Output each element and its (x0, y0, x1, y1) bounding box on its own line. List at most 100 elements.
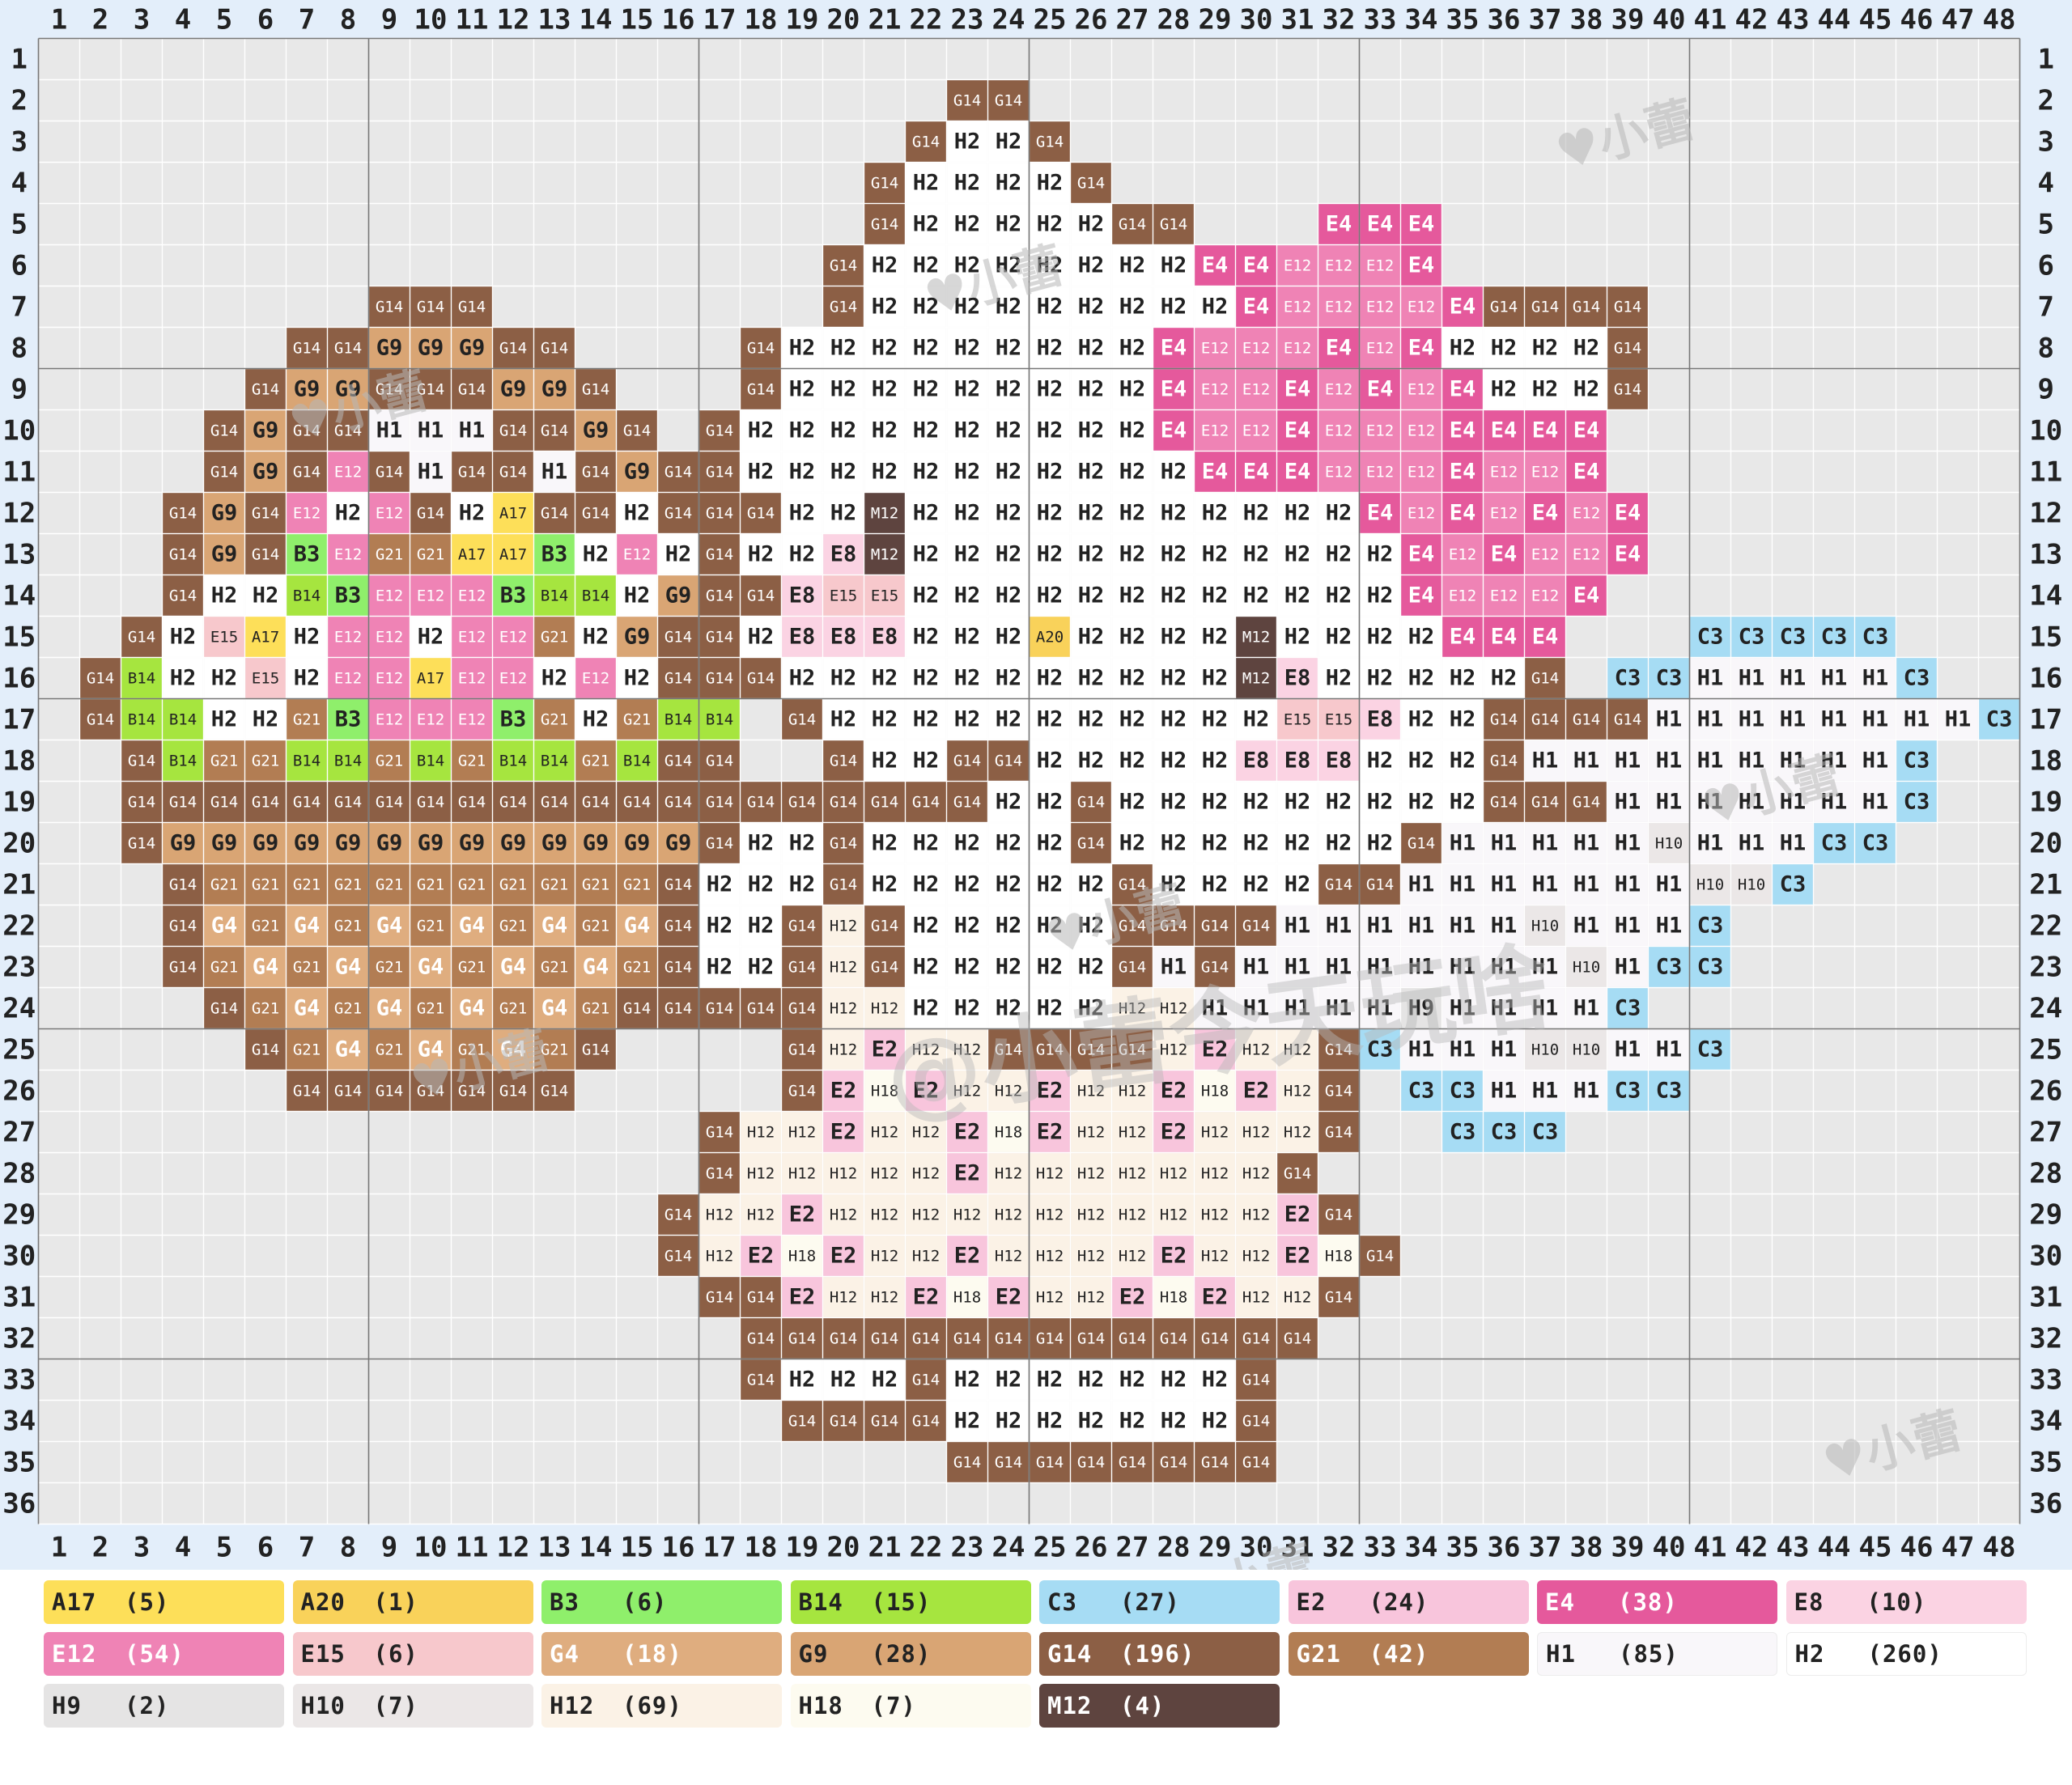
svg-text:G14: G14 (912, 134, 940, 151)
column-number-top: 3 (134, 3, 150, 36)
svg-text:G4: G4 (459, 914, 486, 939)
bead-cell: H2 (1195, 782, 1235, 822)
bead-cell: G9 (410, 823, 451, 863)
bead-cell: M12 (1236, 617, 1276, 657)
row-number-left: 21 (2, 869, 36, 901)
bead-cell: H2 (1030, 988, 1070, 1028)
bead-cell: H2 (1318, 575, 1359, 616)
bead-cell: E12 (1401, 452, 1441, 492)
svg-text:G14: G14 (499, 464, 527, 481)
svg-text:H18: H18 (788, 1248, 816, 1266)
column-number-bottom: 1 (51, 1531, 67, 1563)
svg-text:G14: G14 (252, 546, 279, 564)
svg-text:H1: H1 (1532, 872, 1559, 897)
bead-cell: C3 (1896, 782, 1937, 822)
bead-cell: H2 (1030, 369, 1070, 409)
svg-text:G21: G21 (582, 918, 609, 935)
bead-cell: G9 (245, 823, 286, 863)
svg-text:G14: G14 (706, 629, 733, 647)
bead-cell: G21 (575, 905, 616, 946)
bead-cell: H2 (1360, 658, 1400, 698)
bead-cell: H12 (823, 1029, 864, 1070)
bead-cell: H12 (1153, 988, 1194, 1028)
bead-cell: H1 (1318, 988, 1359, 1028)
svg-text:H2: H2 (1119, 1409, 1146, 1434)
bead-cell: H1 (1855, 740, 1896, 781)
bead-cell: H1 (1566, 864, 1607, 905)
svg-text:C3: C3 (1367, 1037, 1394, 1062)
svg-text:G9: G9 (335, 831, 362, 856)
svg-text:H2: H2 (913, 666, 940, 691)
svg-text:H1: H1 (1491, 872, 1518, 897)
bead-cell: H2 (1153, 658, 1194, 698)
svg-text:H12: H12 (995, 1206, 1022, 1224)
bead-cell: G21 (410, 534, 451, 575)
svg-text:G14: G14 (210, 1000, 238, 1018)
svg-text:H12: H12 (1077, 1248, 1105, 1266)
svg-text:E4: E4 (1243, 253, 1270, 278)
bead-cell: E12 (1566, 534, 1607, 575)
bead-cell: H2 (1112, 575, 1153, 616)
bead-cell: H12 (699, 1194, 740, 1235)
legend-item: H2 (260) (1785, 1632, 2027, 1676)
bead-cell: E15 (1277, 699, 1318, 740)
bead-cell: G14 (1112, 1318, 1153, 1359)
column-number-top: 34 (1405, 3, 1438, 36)
bead-cell: G14 (1318, 1071, 1359, 1111)
bead-cell: G21 (452, 740, 492, 781)
svg-text:H2: H2 (913, 914, 940, 939)
svg-text:G14: G14 (664, 794, 692, 812)
bead-cell: H10 (1525, 905, 1565, 946)
bead-cell: H12 (947, 1071, 987, 1111)
bead-cell: E2 (1277, 1236, 1318, 1276)
svg-text:B14: B14 (417, 753, 444, 770)
svg-text:B14: B14 (664, 711, 692, 729)
svg-text:G14: G14 (664, 1000, 692, 1018)
bead-cell: G9 (534, 369, 575, 409)
bead-cell: C3 (1773, 617, 1813, 657)
row-number-right: 26 (2029, 1075, 2062, 1108)
svg-text:H1: H1 (1821, 707, 1848, 732)
svg-text:H2: H2 (913, 707, 940, 732)
column-number-bottom: 18 (745, 1531, 778, 1563)
legend-item: G21 (42) (1288, 1632, 1529, 1676)
svg-text:H1: H1 (1491, 1037, 1518, 1062)
svg-text:G14: G14 (1531, 711, 1559, 729)
svg-text:E4: E4 (1491, 625, 1518, 650)
bead-cell: H2 (1112, 617, 1153, 657)
bead-cell: H2 (1112, 740, 1153, 781)
bead-cell: E12 (1484, 493, 1524, 533)
svg-text:E12: E12 (582, 670, 609, 688)
svg-text:G14: G14 (293, 1083, 321, 1100)
bead-cell: H2 (328, 493, 368, 533)
bead-cell: A17 (245, 617, 286, 657)
svg-text:B14: B14 (541, 587, 568, 605)
svg-text:H2: H2 (1119, 501, 1146, 526)
column-number-top: 37 (1529, 3, 1562, 36)
svg-text:H2: H2 (1367, 625, 1394, 650)
svg-text:G21: G21 (334, 1000, 362, 1018)
bead-cell: H2 (988, 823, 1029, 863)
bead-cell: H2 (782, 493, 822, 533)
svg-text:H2: H2 (1202, 748, 1229, 774)
svg-text:H2: H2 (335, 501, 362, 526)
column-number-bottom: 20 (827, 1531, 860, 1563)
bead-cell: E12 (1360, 410, 1400, 451)
bead-cell: H2 (906, 493, 946, 533)
svg-text:H2: H2 (789, 377, 816, 402)
bead-cell: H1 (534, 452, 575, 492)
bead-cell: H2 (1153, 823, 1194, 863)
bead-cell: G21 (452, 947, 492, 987)
svg-text:E12: E12 (1325, 257, 1352, 275)
bead-cell: G14 (204, 782, 244, 822)
bead-cell: E15 (245, 658, 286, 698)
svg-text:H2: H2 (913, 542, 940, 567)
svg-text:G4: G4 (459, 996, 486, 1021)
svg-text:H2: H2 (1202, 666, 1229, 691)
svg-text:E2: E2 (1037, 1120, 1064, 1145)
row-number-left: 2 (11, 85, 28, 117)
column-number-bottom: 6 (257, 1531, 274, 1563)
legend-code: E12 (52, 1640, 97, 1668)
svg-text:H2: H2 (1037, 171, 1064, 196)
svg-text:H2: H2 (872, 295, 898, 320)
